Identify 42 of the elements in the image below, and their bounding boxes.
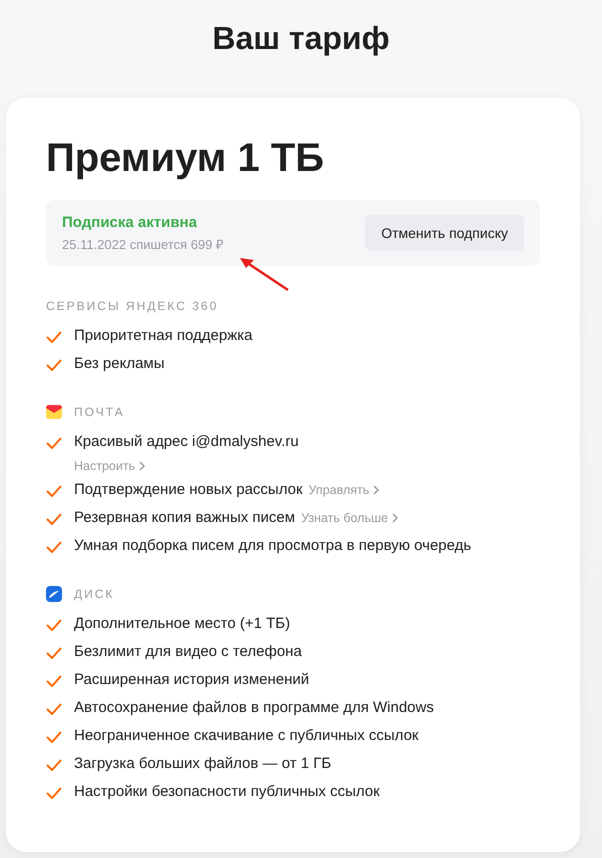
feature-link[interactable]: Управлять [308, 480, 380, 500]
checkmark-icon [46, 513, 62, 525]
feature-text: Дополнительное место (+1 ТБ) [74, 614, 290, 634]
feature-text: Красивый адрес i@dmalyshev.ru [74, 432, 299, 452]
cancel-button[interactable]: Отменить подписку [365, 215, 524, 251]
feature-text: Резервная копия важных писем [74, 508, 296, 528]
section-title: ДИСК [74, 587, 114, 601]
checkmark-icon [46, 359, 62, 371]
feature-text: Подтверждение новых рассылок [74, 480, 303, 500]
chevron-icon [392, 513, 398, 523]
feature-link[interactable]: Узнать больше [301, 508, 398, 528]
feature-link[interactable]: Настроить [74, 456, 299, 476]
checkmark-icon [46, 731, 62, 743]
plan-name: Премиум 1 ТБ [46, 135, 324, 182]
feature-text: Неограниченное скачивание с публичных ссылок [74, 726, 418, 746]
checkmark-icon [46, 647, 62, 659]
feature-text: Без рекламы [74, 354, 165, 374]
checkmark-icon [46, 331, 62, 343]
checkmark-icon [46, 787, 62, 799]
checkmark-icon [46, 619, 62, 631]
feature-text: Расширенная история изменений [74, 670, 310, 690]
section-title: ПОЧТА [74, 405, 125, 419]
checkmark-icon [46, 541, 62, 553]
annotation-arrow [238, 256, 290, 292]
feature-text: Умная подборка писем для просмотра в первую очередь [74, 536, 472, 556]
chevron-icon [139, 461, 146, 471]
page-title: Ваш тариф [211, 19, 391, 58]
envelope-icon [46, 404, 62, 420]
checkmark-icon [46, 675, 62, 687]
feature-text: Безлимит для видео с телефона [74, 642, 302, 662]
feature-text: Приоритетная поддержка [74, 326, 252, 346]
checkmark-icon [46, 759, 62, 771]
billing-note: 25.11.2022 спишется 699 ₽ [62, 236, 224, 252]
checkmark-icon [46, 437, 62, 449]
section-title: СЕРВИСЫ ЯНДЕКС 360 [46, 299, 218, 313]
status-label: Подписка активна [62, 214, 198, 230]
checkmark-icon [46, 703, 62, 715]
chevron-icon [373, 485, 380, 495]
feature-text: Автосохранение файлов в программе для Windows [74, 698, 434, 718]
feature-text: Загрузка больших файлов — от 1 ГБ [74, 754, 332, 774]
feature-text: Настройки безопасности публичных ссылок [74, 782, 380, 802]
checkmark-icon [46, 485, 62, 497]
